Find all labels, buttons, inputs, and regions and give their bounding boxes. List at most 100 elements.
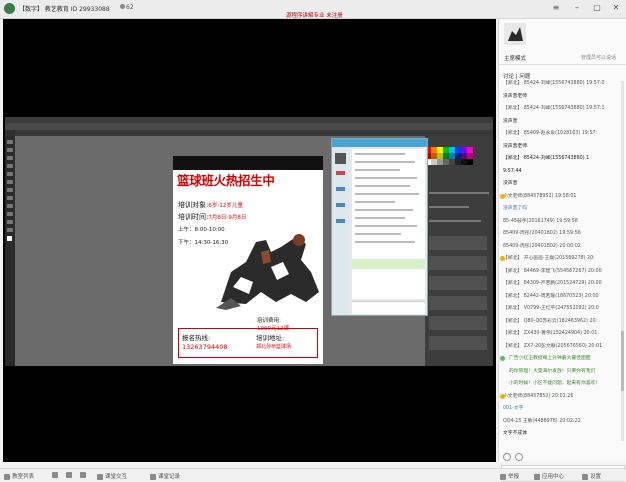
foreground-color-swatch xyxy=(7,236,12,241)
embedded-chat-ad xyxy=(352,259,425,269)
chat-message: 小的时候！小区不能问题，起来有你喜欢！ xyxy=(509,381,601,386)
poster-fee-label: 培训费用: xyxy=(257,318,281,324)
chat-panel: 主席模式 管理员可以说话 讨论 | 问题 【郑北】 85424-刘峰(15567… xyxy=(498,19,626,482)
chat-message: 没声音 xyxy=(503,118,518,124)
panel-divider xyxy=(499,64,626,65)
warning-icon xyxy=(500,393,505,399)
minimize-button[interactable]: – xyxy=(572,3,582,13)
camera-icon xyxy=(80,472,86,478)
tool-icon xyxy=(7,204,13,208)
app-logo-icon xyxy=(4,3,15,14)
interact-button[interactable]: 课堂交互 xyxy=(97,472,127,480)
poster-time-value: 7月8日-9月8日 xyxy=(208,215,247,221)
tool-icon xyxy=(7,164,13,168)
app-center-button[interactable]: 应用中心 xyxy=(534,472,564,480)
chat-message: 小文老师(884578​52) 20:01:26 xyxy=(503,393,574,399)
chat-message: 的你管理！大量海尔发放！只要你有我们 xyxy=(509,368,596,374)
menu-icon[interactable]: ≡ xyxy=(551,3,561,13)
settings-label: 设置 xyxy=(590,474,602,480)
embedded-chat-window xyxy=(331,138,428,316)
embedded-chat-body xyxy=(352,149,425,299)
window-title: 【数字】 教艺教育 ID 29933088 xyxy=(19,6,110,13)
user-icon xyxy=(120,4,125,9)
classroom-list-button[interactable]: 教室列表 xyxy=(4,472,34,480)
poster-headline: 篮球班火热招生中 xyxy=(177,173,275,188)
report-button[interactable]: 举报 xyxy=(500,472,519,480)
chat-message: 没声音了吗 xyxy=(503,206,527,211)
tool-icon xyxy=(7,220,13,224)
poster-hotline-value: 13263794408 xyxy=(182,343,228,351)
chat-message: 没声音老师 xyxy=(503,143,527,149)
basketball-players-illustration xyxy=(216,234,319,310)
chat-message: 没声音 xyxy=(503,181,518,186)
chat-message: 85409-周彤(2040​1802) 19:59:56 xyxy=(503,231,581,236)
embedded-chat-header xyxy=(332,139,427,147)
chat-message: 【郑北】 84469-李建飞(5545672​67) 20:00 xyxy=(503,268,602,274)
poster-time-label: 培训时间: xyxy=(178,213,209,221)
teacher-avatar xyxy=(504,23,526,45)
app-center-label: 应用中心 xyxy=(542,474,565,480)
ps-panels xyxy=(425,136,493,366)
poster-hotline-label: 报名热线: xyxy=(182,334,211,342)
chat-message: 9:57:44 xyxy=(503,168,522,174)
online-count-value: 62 xyxy=(126,4,134,11)
at-icon[interactable] xyxy=(515,453,523,461)
tool-icon xyxy=(7,172,13,176)
interact-label: 课堂交互 xyxy=(105,474,128,480)
chat-input-toolbar xyxy=(503,453,623,461)
record-button[interactable]: 课堂记录 xyxy=(150,472,180,480)
poster-target-value: 6岁-12岁儿童 xyxy=(208,203,243,209)
ps-options-bar xyxy=(5,123,493,130)
chat-message: 【郑北】 Q8​0-Q0苏彩云(182463​962) 20: xyxy=(503,318,598,324)
maximize-button[interactable]: ▢ xyxy=(592,3,602,13)
chat-message: 【郑北】 ZX430-曹伟(152424​904) 20:01: xyxy=(503,331,599,336)
chat-message: 85-45鼓手(20161749) 19:59:58 xyxy=(503,218,578,224)
chat-message: 广告小红王教授每上分钟最大最佳图图 xyxy=(509,356,591,361)
tool-icon xyxy=(7,148,13,152)
warning-icon xyxy=(500,256,505,261)
tool-icon xyxy=(7,196,13,200)
chat-message: 【郑北】 82442-周若瑜(1867​0523) 20:00 xyxy=(503,293,599,299)
title-bar: 【数字】 教艺教育 ID 29933088 62 源程序讲解专业 未注册 ≡ –… xyxy=(0,0,626,19)
chat-scrollbar[interactable] xyxy=(621,81,624,441)
tool-icon xyxy=(7,212,13,216)
report-icon xyxy=(500,473,506,480)
record-icon xyxy=(150,473,156,480)
chat-message: QQ4-15 王敏(4488​978) 20:02:22 xyxy=(503,418,581,424)
poster-time: 培训时间:7月8日-9月8日 xyxy=(178,212,246,222)
classroom-list-label: 教室列表 xyxy=(12,474,35,480)
chat-scrollbar-thumb[interactable] xyxy=(621,331,624,391)
poster-canvas: 篮球班火热招生中 培训对象:6岁-12岁儿童 培训时间:7月8日-9月8日 上午… xyxy=(173,156,323,364)
chat-message: 【郑北】 85424-刘峰(15567438​80) 1 xyxy=(503,156,590,161)
app-center-icon xyxy=(534,473,540,480)
poster-address-label: 培训地址: xyxy=(256,334,285,342)
mode-label: 主席模式 xyxy=(504,56,527,62)
chat-message: 【郑北】 ZX7-20彭文静(2056765​60) 20:01 xyxy=(503,343,603,349)
mic-button[interactable] xyxy=(66,472,74,479)
list-icon xyxy=(4,473,10,480)
embedded-chat-sidebar xyxy=(332,147,350,315)
chat-message: 没声音老师 xyxy=(503,93,527,99)
chat-message: 【郑北】 85409-赵永泉(1028163) 19:57: xyxy=(503,131,598,136)
chat-message-list: 【郑北】 85424-刘峰(15567438​80) 19:57:0 没声音老师【… xyxy=(499,77,626,449)
tool-icon xyxy=(7,188,13,192)
chat-message: 文字不成体 xyxy=(503,431,527,436)
ink-splash-decoration xyxy=(173,156,323,170)
volume-button[interactable] xyxy=(52,472,60,479)
chat-message: 【郑北】 V0​799-王红平(247552092) 20:0 xyxy=(503,306,599,311)
warning-icon xyxy=(500,193,505,199)
camera-button[interactable] xyxy=(80,472,88,479)
bottom-bar: 教室列表 课堂交互 课堂记录 举报 应用中心 设置 xyxy=(0,468,626,481)
settings-button[interactable]: 设置 xyxy=(582,472,601,480)
ps-toolbox xyxy=(5,136,15,366)
tool-icon xyxy=(7,140,13,144)
chat-message: 【郑北】 85424-刘峰(15567438​80) 19:57:0 xyxy=(503,81,605,86)
tool-icon xyxy=(7,156,13,160)
close-button[interactable]: ✕ xyxy=(611,3,621,13)
report-label: 举报 xyxy=(508,474,520,480)
tool-icon xyxy=(7,228,13,232)
emoji-icon[interactable] xyxy=(503,453,511,461)
notice-icon xyxy=(500,356,505,361)
poster-target: 培训对象:6岁-12岁儿童 xyxy=(178,200,243,210)
record-label: 课堂记录 xyxy=(158,474,181,480)
